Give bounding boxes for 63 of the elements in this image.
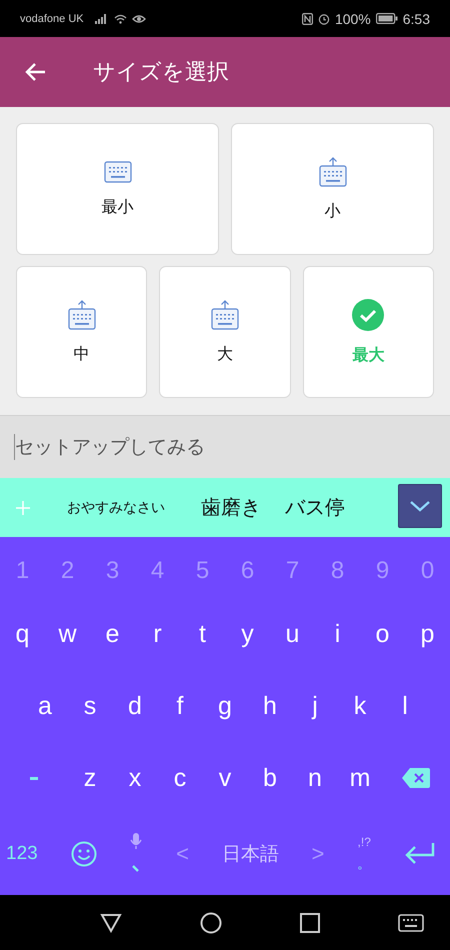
- keyboard-key[interactable]: b: [248, 764, 292, 792]
- keyboard-key[interactable]: l: [382, 692, 428, 720]
- keyboard-key[interactable]: q: [0, 620, 45, 648]
- keyboard-key[interactable]: m: [338, 764, 382, 792]
- keyboard-key[interactable]: t: [180, 620, 225, 648]
- clock: 6:53: [402, 10, 430, 26]
- wifi-icon: [114, 14, 127, 24]
- size-option-card[interactable]: 最小: [16, 123, 219, 255]
- keyboard-key[interactable]: s: [68, 692, 112, 720]
- back-arrow-icon[interactable]: [25, 62, 47, 82]
- language-key[interactable]: 日本語: [222, 841, 279, 867]
- battery-icon: [376, 13, 398, 24]
- signal-icon: [94, 14, 109, 24]
- keyboard-key[interactable]: u: [270, 620, 315, 648]
- size-option-card[interactable]: 小: [231, 123, 434, 255]
- suggestion-word[interactable]: おやすみなさい: [67, 498, 165, 516]
- keyboard-key[interactable]: e: [90, 620, 135, 648]
- keyboard-icon: [104, 160, 132, 182]
- keyboard-key[interactable]: v: [202, 764, 248, 792]
- keyboard-key[interactable]: f: [158, 692, 202, 720]
- punctuation-key[interactable]: ,!?: [358, 835, 371, 849]
- keyboard-key[interactable]: j: [292, 692, 338, 720]
- chevron-down-icon: [409, 500, 431, 512]
- alarm-icon: [318, 12, 330, 24]
- keyboard-key[interactable]: g: [202, 692, 248, 720]
- smiley-icon[interactable]: [70, 841, 96, 867]
- screen-title: サイズを選択: [93, 59, 229, 87]
- keyboard-up-arrow-icon: [210, 300, 239, 330]
- check-icon: [352, 298, 384, 330]
- suggestion-word[interactable]: 歯磨き: [201, 494, 261, 521]
- carrier-name: vodafone UK: [20, 12, 84, 24]
- text-cursor: [14, 434, 15, 460]
- recents-icon[interactable]: [300, 912, 320, 932]
- keyboard-key[interactable]: r: [135, 620, 180, 648]
- keyboard-up-arrow-icon: [68, 300, 96, 330]
- keyboard-key[interactable]: z: [68, 764, 112, 792]
- keyboard-key[interactable]: h: [248, 692, 292, 720]
- home-icon[interactable]: [200, 912, 222, 934]
- keyboard-key[interactable]: k: [338, 692, 382, 720]
- collapse-button[interactable]: [398, 484, 442, 528]
- battery-percent: 100%: [334, 10, 371, 26]
- size-option-card[interactable]: 中: [16, 266, 148, 398]
- back-icon[interactable]: [100, 912, 122, 932]
- keyboard-key[interactable]: o: [360, 620, 405, 648]
- suggestion-word[interactable]: バス停: [285, 494, 345, 521]
- nfc-icon: [302, 12, 313, 24]
- keyboard-key[interactable]: i: [315, 620, 360, 648]
- keyboard-icon[interactable]: [398, 914, 424, 932]
- keyboard-key[interactable]: p: [405, 620, 450, 648]
- keyboard-key[interactable]: c: [158, 764, 202, 792]
- keyboard-key[interactable]: d: [112, 692, 158, 720]
- keyboard-key[interactable]: y: [225, 620, 270, 648]
- backspace-icon[interactable]: [402, 768, 430, 788]
- size-option-card[interactable]: 大: [159, 266, 291, 398]
- numbers-key[interactable]: 123: [6, 843, 38, 865]
- keyboard-up-arrow-icon: [318, 156, 346, 186]
- eye-icon: [132, 13, 146, 24]
- keyboard-key[interactable]: w: [45, 620, 90, 648]
- keyboard-key[interactable]: x: [112, 764, 158, 792]
- period-key[interactable]: 。: [357, 855, 372, 873]
- keyboard-key[interactable]: a: [22, 692, 68, 720]
- keyboard-key[interactable]: n: [292, 764, 338, 792]
- input-field[interactable]: セットアップしてみる: [0, 415, 450, 478]
